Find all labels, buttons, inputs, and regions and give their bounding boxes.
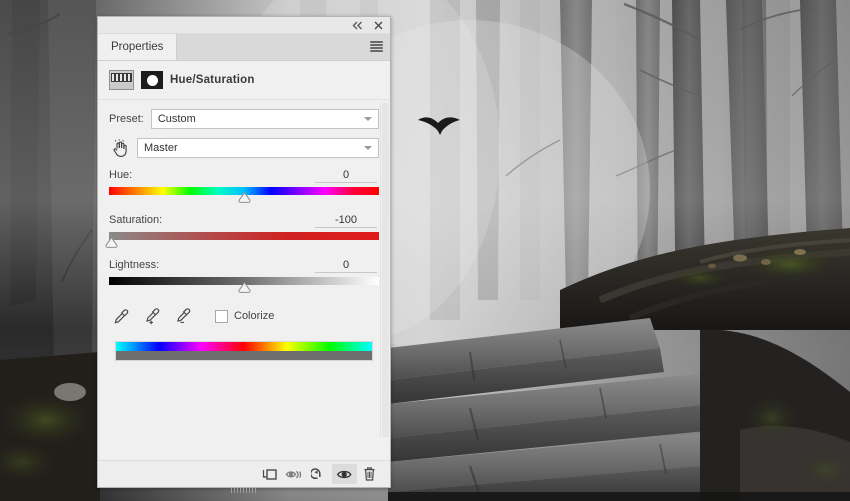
hue-label: Hue: (109, 169, 132, 181)
lightness-slider-thumb[interactable] (238, 282, 251, 293)
clip-to-layer-button[interactable] (257, 464, 282, 484)
saturation-slider-track[interactable] (109, 232, 379, 252)
adjustment-controls: Preset: Custom (98, 100, 390, 361)
delete-layer-button[interactable] (357, 464, 382, 484)
panel-footer-toolbar (98, 460, 390, 487)
colorize-checkbox[interactable] (215, 310, 228, 323)
adjustment-title: Hue/Saturation (170, 74, 255, 86)
chevron-down-icon (364, 117, 372, 121)
lightness-value-field[interactable]: 0 (315, 259, 377, 273)
colorize-label: Colorize (234, 310, 274, 322)
channel-value: Master (144, 142, 178, 154)
preset-value: Custom (158, 113, 196, 125)
eyedropper-add-icon[interactable] (143, 307, 161, 325)
panel-resize-grip[interactable] (231, 488, 257, 493)
saturation-gradient-bar (109, 232, 379, 240)
saturation-value-field[interactable]: -100 (315, 214, 377, 228)
panel-titlebar (98, 17, 390, 34)
hue-range-bars (115, 341, 373, 361)
eyedropper-tools-row: Colorize (112, 307, 379, 325)
saturation-slider-thumb[interactable] (105, 237, 118, 248)
layer-mask-thumbnail-icon[interactable] (141, 71, 163, 89)
lightness-label: Lightness: (109, 259, 159, 271)
eyedropper-subtract-icon[interactable] (174, 307, 192, 325)
tab-empty-space (177, 34, 390, 60)
preset-label: Preset: (109, 113, 144, 125)
eyedropper-icon[interactable] (112, 307, 130, 325)
preset-select[interactable]: Custom (151, 109, 379, 129)
hue-slider-group: Hue: 0 (109, 169, 379, 207)
lightness-slider-track[interactable] (109, 277, 379, 297)
view-previous-state-button[interactable] (282, 464, 307, 484)
hamburger-menu-icon[interactable] (370, 41, 383, 52)
panel-tab-row: Properties (98, 34, 390, 61)
hue-value-field[interactable]: 0 (315, 169, 377, 183)
channel-select[interactable]: Master (137, 138, 379, 158)
adjustment-header: Hue/Saturation (98, 61, 390, 100)
hue-saturation-adjustment-icon[interactable] (109, 70, 134, 90)
panel-scrollbar[interactable] (380, 103, 390, 437)
hue-slider-track[interactable] (109, 187, 379, 207)
lightness-slider-group: Lightness: 0 (109, 259, 379, 297)
close-icon[interactable] (373, 20, 384, 31)
chevron-down-icon (364, 146, 372, 150)
tab-properties[interactable]: Properties (98, 34, 177, 60)
collapse-panel-icon[interactable] (352, 20, 363, 31)
toggle-visibility-button[interactable] (332, 464, 357, 484)
target-range-bar[interactable] (115, 351, 373, 361)
hue-slider-thumb[interactable] (238, 192, 251, 203)
channel-row: Master (109, 138, 379, 158)
saturation-slider-group: Saturation: -100 (109, 214, 379, 252)
hue-spectrum-bar (115, 341, 373, 351)
colorize-checkbox-row[interactable]: Colorize (215, 310, 274, 323)
tab-properties-label: Properties (111, 41, 163, 53)
saturation-label: Saturation: (109, 214, 162, 226)
panel-scrollbar-thumb[interactable] (382, 103, 389, 437)
panel-body: Hue/Saturation Preset: Custom (98, 61, 390, 463)
preset-row: Preset: Custom (109, 109, 379, 129)
reset-button[interactable] (307, 464, 332, 484)
properties-panel: Properties (97, 16, 391, 488)
on-image-adjustment-hand-icon[interactable] (109, 138, 131, 158)
